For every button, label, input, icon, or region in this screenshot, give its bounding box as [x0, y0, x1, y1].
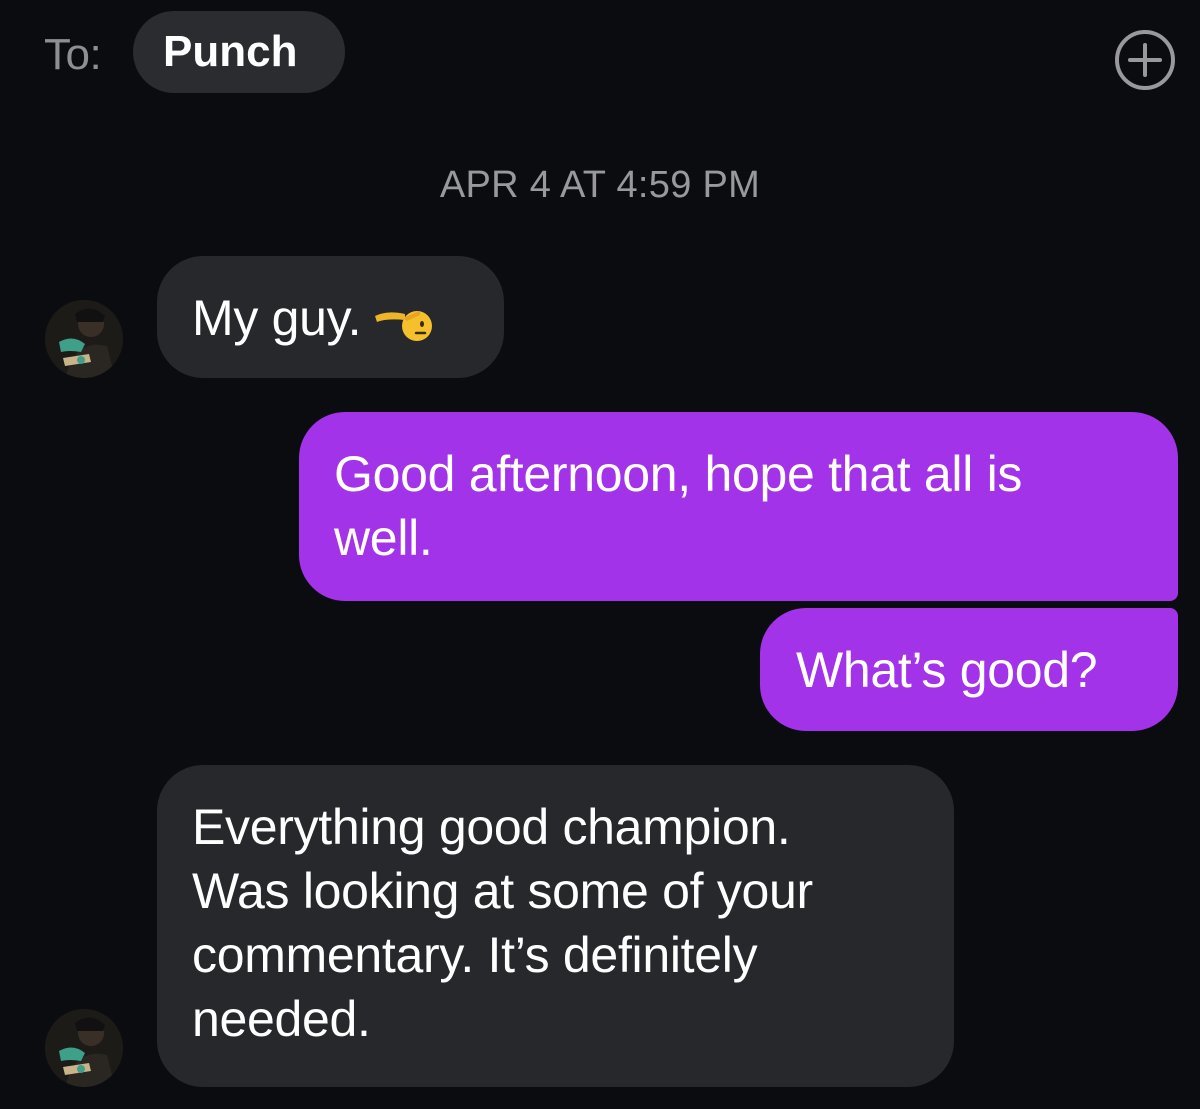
to-label: To:	[44, 30, 102, 79]
avatar[interactable]	[45, 300, 123, 378]
message-text-line: Everything good champion.	[192, 799, 791, 855]
message-text-line: Good afternoon, hope that all is	[334, 446, 1023, 502]
message-bubble-outgoing[interactable]: What’s good?	[760, 608, 1178, 731]
conversation-timestamp: APR 4 AT 4:59 PM	[439, 164, 761, 206]
saluting-face-emoji-icon	[375, 310, 433, 341]
avatar-photo	[45, 1009, 123, 1087]
message-text: My guy.	[192, 290, 362, 346]
recipient-chip[interactable]: Punch	[133, 11, 345, 93]
message-bubble-incoming[interactable]: Everything good champion. Was looking at…	[157, 765, 954, 1087]
message-text-line: needed.	[192, 991, 371, 1047]
message-bubble-outgoing[interactable]: Good afternoon, hope that all is well.	[299, 412, 1178, 601]
plus-circle-icon[interactable]	[1114, 29, 1176, 91]
message-text-line: well.	[334, 510, 433, 566]
message-text: What’s good?	[796, 642, 1098, 698]
message-bubble-incoming[interactable]: My guy.	[157, 256, 504, 378]
avatar-photo	[45, 300, 123, 378]
message-text-line: Was looking at some of your	[192, 863, 813, 919]
message-text-line: commentary. It’s definitely	[192, 927, 758, 983]
avatar[interactable]	[45, 1009, 123, 1087]
